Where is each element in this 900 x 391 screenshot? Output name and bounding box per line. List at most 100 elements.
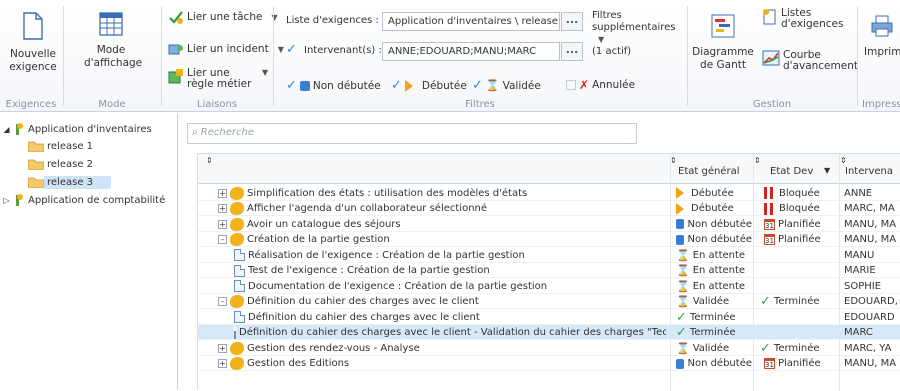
search-input[interactable]: ⌕ Recherche — [187, 123, 637, 144]
row-name-cell[interactable]: - Définition du cahier des charges avec l… — [218, 295, 666, 309]
tree-node-application-comptabilite[interactable]: ▷ Application de comptabilité — [2, 192, 168, 208]
collapse-icon[interactable]: - — [218, 235, 227, 244]
new-document-icon — [23, 12, 43, 40]
intervenants-browse-button[interactable]: ... — [561, 42, 583, 61]
sort-indicator-icon[interactable]: ⇕ — [206, 156, 213, 165]
imprimer-label: Imprim — [864, 46, 900, 58]
row-name-text: Avoir un catalogue des séjours — [247, 218, 401, 230]
etat-general-text: En attente — [692, 280, 746, 292]
row-name-text: Définition du cahier des charges avec le… — [248, 311, 480, 323]
table-row[interactable]: + Avoir un catalogue des séjours Non début… — [198, 216, 900, 232]
sort-indicator-icon[interactable]: ⇕ — [670, 156, 677, 165]
column-dropdown-arrow-icon[interactable]: ▼ — [824, 166, 830, 175]
etat-dev-cell: 31 Planifiée — [764, 233, 840, 247]
table-row[interactable]: Définition du cahier des charges avec le… — [198, 309, 900, 325]
expand-icon[interactable]: + — [218, 188, 227, 198]
non-debutee-icon — [676, 234, 685, 245]
filtres-supp-button[interactable]: Filtres supplémentaires ▼ (1 actif) — [592, 10, 684, 58]
etat-general-text: Non débutée — [687, 358, 752, 369]
table-row[interactable]: Réalisation de l'exigence : Création de … — [198, 247, 900, 263]
filter-non-debutee[interactable]: ✓ Non débutée — [286, 78, 381, 93]
check-icon: ✓ — [472, 78, 483, 93]
debutee-icon — [676, 202, 684, 215]
row-name-cell[interactable]: + Gestion des Editions — [218, 357, 666, 371]
intervenants-field[interactable]: ANNE;EDOUARD;MANU;MARC — [382, 42, 560, 61]
etat-dev-cell — [764, 264, 840, 278]
column-header-etat-dev[interactable]: Etat Dev — [770, 166, 813, 177]
intervenants-checkbox[interactable]: ✓ — [286, 42, 297, 57]
non-debutee-icon — [676, 358, 685, 369]
row-name-cell[interactable]: Test de l'exigence : Création de la part… — [234, 264, 666, 278]
tree-node-application-inventaires[interactable]: ◢ Application d'inventaires — [2, 121, 155, 137]
application-icon — [16, 194, 23, 206]
courbe-avancement-button[interactable]: Courbe d'avancement — [762, 50, 858, 72]
hourglass-icon: ⌛ — [676, 248, 690, 262]
lier-tache-button[interactable]: Lier une tâche ▼ — [168, 10, 278, 24]
collapsed-arrow-icon[interactable]: ▷ — [2, 196, 11, 205]
row-name-cell[interactable]: Définition du cahier des charges avec le… — [234, 310, 666, 324]
expand-icon[interactable]: + — [218, 204, 227, 213]
expand-icon[interactable]: + — [218, 359, 227, 368]
row-name-cell[interactable]: Documentation de l'exigence : Création d… — [234, 279, 666, 293]
lier-regle-button[interactable]: Lier une règle métier ▼ — [168, 68, 268, 90]
row-name-cell[interactable]: - Création de la partie gestion — [218, 233, 666, 247]
group-impression: Imprim Impressi — [858, 0, 900, 112]
expand-icon[interactable]: + — [218, 343, 227, 353]
table-row[interactable]: Définition du cahier des charges avec le… — [198, 324, 900, 340]
etat-general-text: En attente — [692, 249, 746, 261]
nouvelle-exigence-button[interactable]: Nouvelle exigence — [6, 12, 60, 74]
filter-annulee[interactable]: ✗ Annulée — [566, 78, 635, 92]
etat-dev-cell: 31 Planifiée — [764, 217, 840, 231]
collapse-icon[interactable]: - — [218, 297, 227, 306]
row-name-cell[interactable]: Réalisation de l'exigence : Création de … — [234, 248, 666, 262]
liste-exigences-browse-button[interactable]: ... — [561, 12, 583, 31]
row-name-cell[interactable]: Définition du cahier des charges avec le… — [234, 326, 666, 340]
sort-indicator-icon[interactable]: ⇕ — [840, 156, 847, 165]
liste-exigences-field[interactable]: Application d'inventaires \ release 3 — [382, 12, 560, 31]
etat-general-text: Non débutée — [687, 218, 752, 230]
filter-debutee-label: Débutée — [421, 79, 467, 92]
etat-dev-text: Planifiée — [778, 218, 821, 230]
row-name-cell[interactable]: + Afficher l'agenda d'un collaborateur sé… — [218, 202, 666, 216]
etat-general-text: Terminée — [689, 311, 736, 323]
etat-general-cell: Non débutée — [676, 357, 752, 371]
listes-exigences-button[interactable]: Listes d'exigences — [762, 8, 851, 30]
lier-incident-button[interactable]: Lier un incident ▼ — [168, 42, 284, 56]
diagramme-gantt-button[interactable]: Diagramme de Gantt — [690, 14, 756, 72]
table-row[interactable]: + Gestion des rendez-vous - Analyse ⌛ Valid… — [198, 340, 900, 356]
printer-icon — [871, 15, 893, 37]
tree-node-release-2[interactable]: release 2 — [28, 156, 96, 172]
requirement-icon — [230, 186, 244, 200]
tree-node-release-3[interactable]: release 3 — [28, 174, 112, 190]
sort-indicator-icon[interactable]: ⇕ — [754, 156, 761, 165]
group-liaisons: Lier une tâche ▼ Lier un incident ▼ Lier… — [162, 0, 284, 112]
table-row[interactable]: + Afficher l'agenda d'un collaborateur sé… — [198, 201, 900, 216]
table-row[interactable]: + Simplification des états : utilisation … — [198, 185, 900, 201]
row-name-cell[interactable]: + Avoir un catalogue des séjours — [218, 217, 666, 231]
table-row[interactable]: + Gestion des Editions Non débutée 31 Planif… — [198, 356, 900, 371]
column-header-etat-general[interactable]: Etat général — [678, 166, 739, 177]
table-row[interactable]: Documentation de l'exigence : Création d… — [198, 278, 900, 294]
etat-general-cell: Débutée — [676, 202, 752, 216]
column-header-intervenants[interactable]: Intervena — [845, 166, 893, 177]
tree-node-release-1[interactable]: release 1 — [28, 138, 96, 154]
folder-icon — [28, 159, 44, 170]
expanded-arrow-icon[interactable]: ◢ — [2, 125, 11, 134]
row-name-cell[interactable]: + Simplification des états : utilisation … — [218, 186, 666, 200]
etat-general-text: Validée — [692, 342, 730, 354]
expand-icon[interactable]: + — [218, 219, 227, 229]
mode-affichage-button[interactable]: Mode d'affichage — [84, 12, 142, 70]
check-icon: ✓ — [676, 310, 687, 324]
filter-debutee[interactable]: ✓ Débutée — [391, 78, 467, 93]
table-row[interactable]: - Définition du cahier des charges avec l… — [198, 294, 900, 309]
filter-validee[interactable]: ✓ ⌛ Validée — [472, 78, 541, 93]
blocked-icon — [764, 202, 773, 215]
nouvelle-exigence-label: Nouvelle exigence — [9, 48, 57, 73]
liste-exigences-label: Liste d'exigences : — [286, 15, 379, 26]
group-mode: Mode d'affichage Mode — [64, 0, 160, 112]
table-row[interactable]: - Création de la partie gestion Non débuté… — [198, 232, 900, 247]
table-row[interactable]: Test de l'exigence : Création de la part… — [198, 263, 900, 278]
requirement-icon — [230, 341, 244, 355]
row-name-cell[interactable]: + Gestion des rendez-vous - Analyse — [218, 341, 666, 355]
imprimer-button[interactable]: Imprim — [864, 14, 900, 59]
